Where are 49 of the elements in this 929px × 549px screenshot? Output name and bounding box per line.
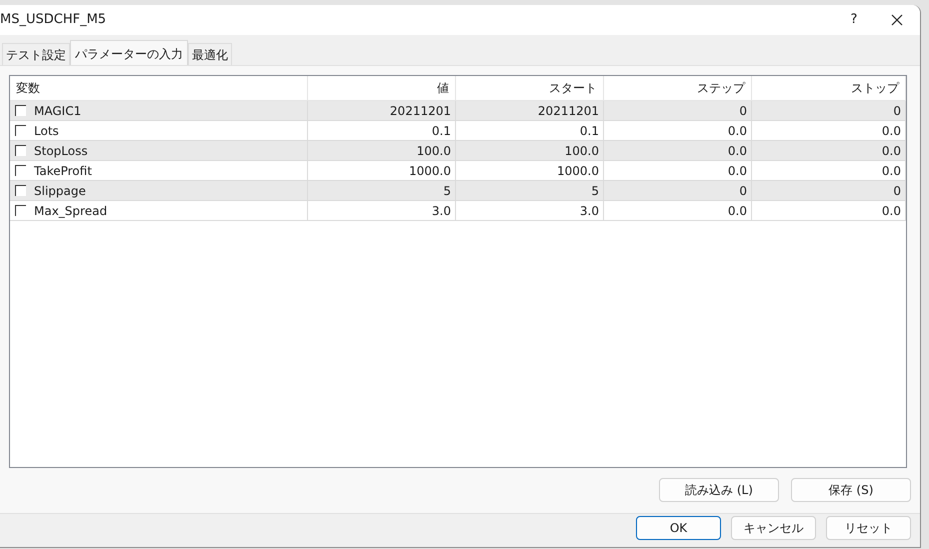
table-cell-text: 0.0 [882, 202, 901, 220]
table-cell-text: 3.0 [580, 202, 599, 220]
table-cell-text: 0.0 [882, 122, 901, 140]
checkbox[interactable] [15, 145, 26, 156]
table-cell-text: 0.0 [728, 162, 747, 180]
table-cell-text: 0 [893, 102, 901, 120]
table-cell-text: 100.0 [416, 142, 451, 160]
column-header[interactable]: スタート [456, 76, 604, 100]
table-cell-text: 0 [739, 102, 747, 120]
table-cell-text: 100.0 [564, 142, 599, 160]
panel-button[interactable]: 読み込み (L) [659, 478, 779, 502]
column-header[interactable]: 変数 [10, 76, 308, 100]
help-button[interactable]: ? [834, 5, 874, 35]
window-title: MS_USDCHF_M5 [0, 11, 108, 30]
table-cell-text: TakeProfit [34, 162, 92, 180]
table-cell-text: 0.0 [728, 142, 747, 160]
table-cell-text: 0 [893, 182, 901, 200]
checkbox[interactable] [15, 185, 26, 196]
table-cell-text: Slippage [34, 182, 86, 200]
table-cell-text: 3.0 [432, 202, 451, 220]
column-header[interactable]: ストップ [752, 76, 906, 100]
tab[interactable]: 最適化 [188, 43, 232, 65]
table-cell-text: 1000.0 [409, 162, 451, 180]
table-cell-text: 0.0 [728, 122, 747, 140]
dialog-button[interactable]: キャンセル [731, 516, 816, 540]
table-cell-text: 0.1 [580, 122, 599, 140]
table-cell-text: 0.0 [882, 162, 901, 180]
table-cell-text: 0.0 [882, 142, 901, 160]
tab[interactable]: パラメーターの入力 [70, 40, 188, 66]
table-cell-text: 5 [443, 182, 451, 200]
checkbox[interactable] [15, 105, 26, 116]
table-cell-text: 20211201 [538, 102, 599, 120]
panel-button[interactable]: 保存 (S) [791, 478, 911, 502]
table-cell-text: Lots [34, 122, 59, 140]
table-cell-text: Max_Spread [34, 202, 108, 220]
dialog-button[interactable]: OK [636, 516, 721, 540]
table-cell-text: 1000.0 [557, 162, 599, 180]
table-cell-text: 0.1 [432, 122, 451, 140]
table-cell-text: 0 [739, 182, 747, 200]
table-cell-text: 20211201 [390, 102, 451, 120]
column-header[interactable]: 値 [308, 76, 456, 100]
table-cell-text: 5 [591, 182, 599, 200]
table-cell-text: MAGIC1 [34, 102, 82, 120]
table-cell-text: StopLoss [34, 142, 88, 160]
tab[interactable]: テスト設定 [2, 43, 70, 65]
column-header[interactable]: ステップ [604, 76, 752, 100]
dialog-button[interactable]: リセット [826, 516, 911, 540]
close-icon [891, 14, 903, 26]
table-cell-text: 0.0 [728, 202, 747, 220]
